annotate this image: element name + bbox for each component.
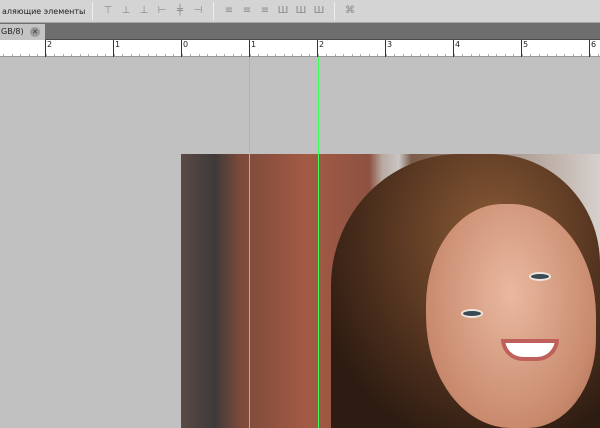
distribute-top-icon[interactable]: ≡ (222, 5, 236, 17)
distribute-left-icon[interactable]: Ш (276, 5, 290, 17)
align-hcenter-icon[interactable]: ╪ (173, 5, 187, 17)
face (426, 204, 596, 428)
align-right-icon[interactable]: ⊣ (191, 5, 205, 17)
distribute-bottom-icon[interactable]: ≡ (258, 5, 272, 17)
show-transform-controls-label: аляющие элементы (2, 6, 86, 16)
ruler-label: 5 (521, 40, 528, 57)
ruler-label: 1 (113, 40, 120, 57)
ruler-label: 2 (45, 40, 52, 57)
divider (334, 2, 335, 20)
options-bar: аляющие элементы ⊤ ⊥ ⊥ ⊢ ╪ ⊣ ≡ ≡ ≡ Ш Ш Ш… (0, 0, 600, 23)
document-image[interactable] (181, 154, 600, 428)
ruler-label: 6 (589, 40, 596, 57)
document-tab[interactable]: GB/8) ✕ (0, 24, 45, 40)
close-icon[interactable]: ✕ (30, 27, 40, 37)
eye (529, 272, 551, 281)
align-left-icon[interactable]: ⊢ (155, 5, 169, 17)
align-vcenter-icon[interactable]: ⊥ (119, 5, 133, 17)
horizontal-ruler[interactable]: 2 1 0 1 2 3 4 5 6 (0, 40, 600, 57)
align-bottom-icon[interactable]: ⊥ (137, 5, 151, 17)
auto-align-icon[interactable]: ⌘ (343, 5, 357, 17)
distribute-hcenter-icon[interactable]: Ш (294, 5, 308, 17)
divider (213, 2, 214, 20)
distribute-vcenter-icon[interactable]: ≡ (240, 5, 254, 17)
vertical-guide[interactable] (249, 57, 250, 428)
ruler-label: 2 (317, 40, 324, 57)
eye (461, 309, 483, 318)
divider (92, 2, 93, 20)
ruler-label: 0 (181, 40, 188, 57)
ruler-label: 4 (453, 40, 460, 57)
vertical-guide[interactable] (318, 57, 319, 428)
ruler-label: 3 (385, 40, 392, 57)
document-tab-label: GB/8) (1, 27, 24, 36)
align-top-icon[interactable]: ⊤ (101, 5, 115, 17)
distribute-right-icon[interactable]: Ш (312, 5, 326, 17)
ruler-label: 1 (249, 40, 256, 57)
document-tab-bar: GB/8) ✕ (0, 23, 600, 40)
